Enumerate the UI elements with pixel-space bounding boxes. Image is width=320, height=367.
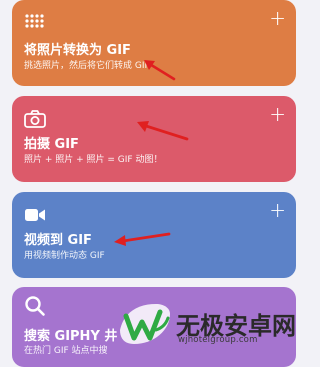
add-shortcut-button[interactable]: +: [269, 198, 286, 222]
card-subtitle: 用视频制作动态 GIF: [24, 251, 105, 261]
card-title: 视频到 GIF: [24, 233, 92, 248]
watermark-url: wjhotelgroup.com: [178, 335, 258, 345]
wj-logo-icon: [120, 304, 170, 344]
shortcut-card-photos-to-gif[interactable]: + 将照片转换为 GIF 挑选照片，然后将它们转成 GIF: [12, 0, 296, 86]
shortcut-card-video-to-gif[interactable]: + 视频到 GIF 用视频制作动态 GIF: [12, 192, 296, 278]
add-shortcut-button[interactable]: +: [269, 6, 286, 30]
grid-dots-icon: [24, 12, 46, 34]
search-icon: [24, 295, 46, 317]
watermark: 无极安卓网 wjhotelgroup.com: [112, 296, 307, 353]
card-subtitle: 在热门 GIF 站点中搜: [24, 346, 108, 356]
camera-icon: [24, 108, 46, 130]
card-title: 拍摄 GIF: [24, 137, 79, 152]
shortcut-card-take-gif[interactable]: + 拍摄 GIF 照片 + 照片 + 照片 = GIF 动图！: [12, 96, 296, 182]
card-title: 搜索 GIPHY 井: [24, 329, 118, 344]
card-subtitle: 照片 + 照片 + 照片 = GIF 动图！: [24, 155, 163, 165]
add-shortcut-button[interactable]: +: [269, 102, 286, 126]
card-subtitle: 挑选照片，然后将它们转成 GIF: [24, 61, 150, 71]
card-title: 将照片转换为 GIF: [24, 43, 131, 58]
video-camera-icon: [24, 204, 46, 226]
